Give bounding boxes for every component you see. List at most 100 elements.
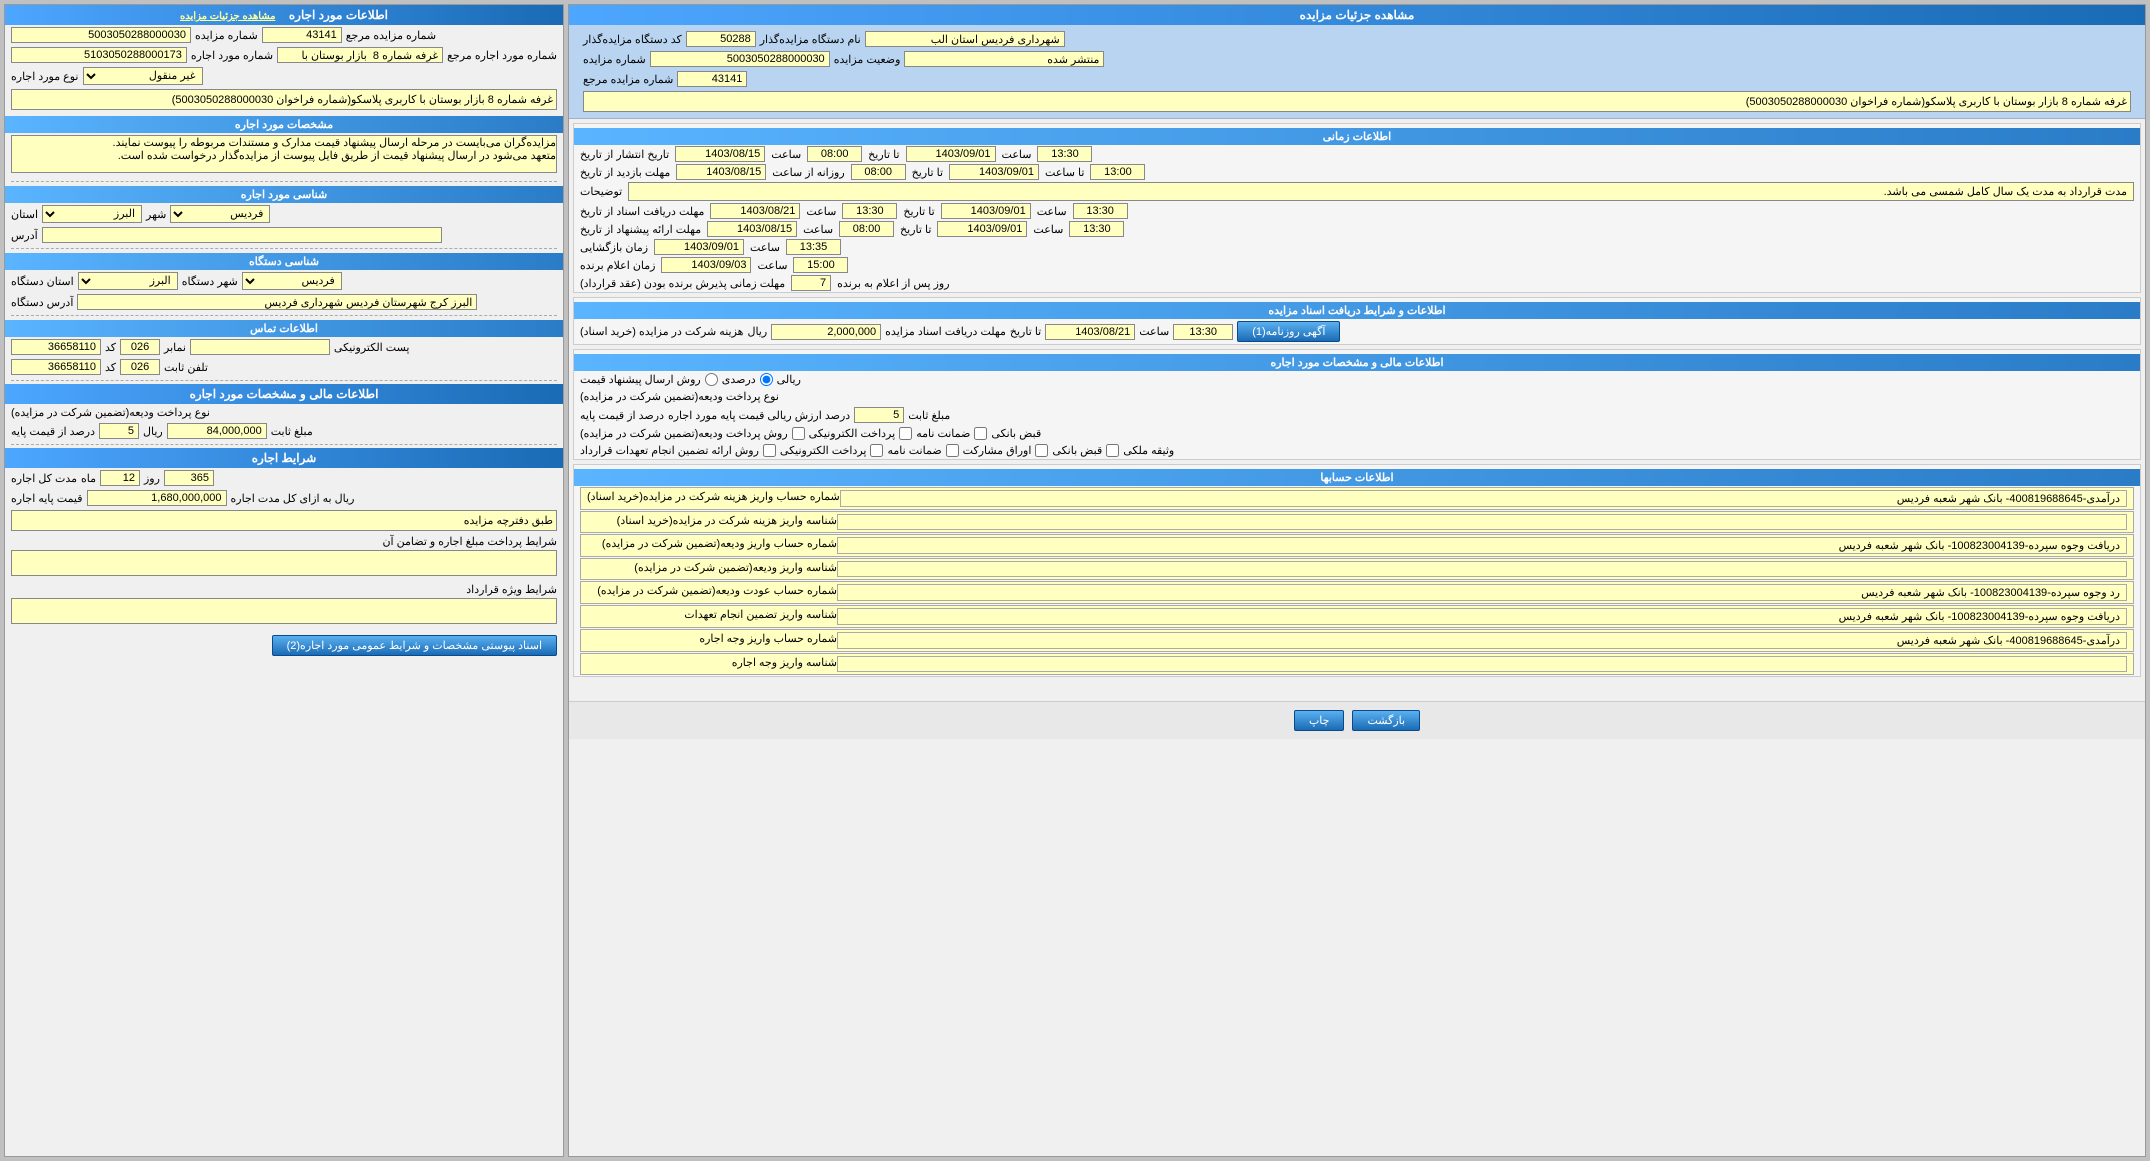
mali-ta-date[interactable] (1045, 324, 1135, 340)
hesab-row-8: شناسه واریز وجه اجاره (580, 653, 2134, 675)
dastgah-name-input[interactable] (865, 31, 1065, 47)
shonasi-ejare-header: شناسی مورد اجاره (5, 186, 563, 203)
vaziat-input[interactable] (904, 51, 1104, 67)
mohlat-az-date[interactable] (676, 164, 766, 180)
pishnahad-row: ساعت تا تاریخ ساعت مهلت ارائه پیشنهاد از… (574, 220, 2140, 238)
ravesh-riyali-radio[interactable] (760, 373, 773, 386)
mohlat-ta-date[interactable] (949, 164, 1039, 180)
hesab-row-3: دریافت وجوه سپرده-100823004139- بانک شهر… (580, 534, 2134, 557)
ejare-number-input[interactable] (11, 47, 187, 63)
tamas-header: اطلاعات تماس (5, 320, 563, 337)
mazayade-right-input[interactable] (650, 51, 830, 67)
agahi-btn[interactable]: آگهی روزنامه(1) (1237, 321, 1340, 342)
hoghugh-input[interactable] (771, 324, 881, 340)
ghabs-checkbox[interactable] (974, 427, 987, 440)
enteshar-az-time[interactable] (807, 146, 862, 162)
namaber-input[interactable] (11, 339, 101, 355)
hesabha-block: اطلاعات حسابها درآمدی-400819688645- بانک… (573, 464, 2141, 677)
daryaft-az-time[interactable] (842, 203, 897, 219)
nov-select[interactable]: غیر منقول (83, 67, 203, 85)
ejare-darsad-input[interactable] (854, 407, 904, 423)
marja-number-input[interactable] (262, 27, 342, 43)
enteshar-ta-date[interactable] (906, 146, 996, 162)
description-textarea[interactable]: مزایده‌گران می‌بایست در مرحله ارسال پیشن… (11, 135, 557, 173)
vasighe-checkbox[interactable] (1106, 444, 1119, 457)
sharait-vije-textarea[interactable] (11, 598, 557, 624)
left-panel-header: اطلاعات مورد اجاره مشاهده جزئیات مزایده (5, 5, 563, 25)
mohlat-ta-time[interactable] (1090, 164, 1145, 180)
enteshar-az-date[interactable] (675, 146, 765, 162)
main-container: اطلاعات مورد اجاره مشاهده جزئیات مزایده … (0, 0, 2150, 1161)
ejare-marja-input[interactable] (277, 47, 443, 63)
ejare-mali-header: اطلاعات مالی و مشخصات مورد اجاره (574, 354, 2140, 371)
gheymat-row: ریال به ازای کل مدت اجاره قیمت پایه اجار… (5, 488, 563, 508)
asnad-btn-row: اسناد پیوستی مشخصات و شرایط عمومی مورد ا… (5, 629, 563, 662)
sharait-mablagh-textarea[interactable] (11, 550, 557, 576)
ejare-number-row: شماره مورد اجاره مرجع شماره مورد اجاره (5, 45, 563, 65)
ravesh-row: ریالی درصدی روش ارسال پیشنهاد قیمت (574, 371, 2140, 388)
pardakht2-checkbox[interactable] (763, 444, 776, 457)
pishnahad-ta-time[interactable] (1069, 221, 1124, 237)
telefon-input[interactable] (11, 359, 101, 375)
daryaft-az-date[interactable] (710, 203, 800, 219)
hesab-row-6: دریافت وجوه سپرده-100823004139- بانک شهر… (580, 605, 2134, 628)
mohlat-row: تا ساعت تا تاریخ روزانه از ساعت مهلت باز… (574, 163, 2140, 181)
avarag-checkbox[interactable] (946, 444, 959, 457)
mazayade-number-input[interactable] (11, 27, 191, 43)
mashakhasat-header: مشخصات مورد اجاره (5, 116, 563, 133)
description-row: مزایده‌گران می‌بایست در مرحله ارسال پیشن… (5, 133, 563, 178)
hoghugh-row: آگهی روزنامه(1) ساعت تا تاریخ مهلت دریاف… (574, 319, 2140, 344)
adres-input[interactable] (42, 227, 442, 243)
left-panel: اطلاعات مورد اجاره مشاهده جزئیات مزایده … (4, 4, 564, 1157)
darsad-input[interactable] (99, 423, 139, 439)
right-panel: مشاهده جزئیات مزایده نام دستگاه مزایده‌گ… (568, 4, 2146, 1157)
modat-roz-input[interactable] (164, 470, 214, 486)
sharait-header: شرایط اجاره (5, 448, 563, 468)
right-panel-header: مشاهده جزئیات مزایده (569, 5, 2145, 25)
sharait-vije: شرایط ویژه قرارداد (5, 581, 563, 629)
pishnahad-az-time[interactable] (839, 221, 894, 237)
dastgah-adres-input[interactable] (77, 294, 477, 310)
shahr-select[interactable]: فردیس (170, 205, 270, 223)
marja-right-input[interactable] (677, 71, 747, 87)
gheymat-input[interactable] (87, 490, 227, 506)
ghabs2-checkbox[interactable] (1035, 444, 1048, 457)
dastgah-ostan-select[interactable]: البرز (78, 272, 178, 290)
chap-btn[interactable]: چاپ (1294, 710, 1345, 731)
baz-date[interactable] (654, 239, 744, 255)
elam-time[interactable] (793, 257, 848, 273)
namaber-kod-input[interactable] (120, 339, 160, 355)
elam-date[interactable] (661, 257, 751, 273)
post-input[interactable] (190, 339, 330, 355)
mohlat-az-time[interactable] (851, 164, 906, 180)
modat-row: روز ماه مدت کل اجاره (5, 468, 563, 488)
ostan-select[interactable]: البرز (42, 205, 142, 223)
onvan-row: غرفه شماره 8 بازار بوستان با کاربری پلاس… (5, 87, 563, 112)
pishnahad-ta-date[interactable] (937, 221, 1027, 237)
modat-mah-input[interactable] (100, 470, 140, 486)
bazgasht-btn[interactable]: بازگشت (1352, 710, 1420, 731)
ejare-ravesh-row: وثیقه ملکی قبض بانکی اوراق مشارکت ضمانت … (574, 442, 2140, 459)
kod-input[interactable] (686, 31, 756, 47)
enteshar-ta-time[interactable] (1037, 146, 1092, 162)
zamanat-checkbox[interactable] (899, 427, 912, 440)
baz-time[interactable] (786, 239, 841, 255)
dastgah-ostan-row: فردیس شهر دستگاه البرز استان دستگاه (5, 270, 563, 292)
asnad-btn[interactable]: اسناد پیوستی مشخصات و شرایط عمومی مورد ا… (272, 635, 557, 656)
mablagh-input[interactable] (167, 423, 267, 439)
view-details-link[interactable]: مشاهده جزئیات مزایده (180, 11, 276, 22)
daryaft-ta-time[interactable] (1073, 203, 1128, 219)
pishnahad-az-date[interactable] (707, 221, 797, 237)
mali-ta-time[interactable] (1173, 324, 1233, 340)
ostan-shahr-row: فردیس شهر البرز استان (5, 203, 563, 225)
telefon-kod-input[interactable] (120, 359, 160, 375)
mohlat-roz-input[interactable] (791, 275, 831, 291)
ravesh-darsad-radio[interactable] (705, 373, 718, 386)
toz-row: مدت قرارداد به مدت یک سال کامل شمسی می ب… (574, 181, 2140, 202)
pardakht-checkbox[interactable] (792, 427, 805, 440)
dastgah-shahr-select[interactable]: فردیس (242, 272, 342, 290)
daryaft-ta-date[interactable] (941, 203, 1031, 219)
mali-header: اطلاعات مالی و مشخصات مورد اجاره (5, 384, 563, 404)
darsad-row: مبلغ ثابت مبلغ ثابت ریال درصد از قیمت پا… (5, 421, 563, 441)
zamanat2-checkbox[interactable] (870, 444, 883, 457)
